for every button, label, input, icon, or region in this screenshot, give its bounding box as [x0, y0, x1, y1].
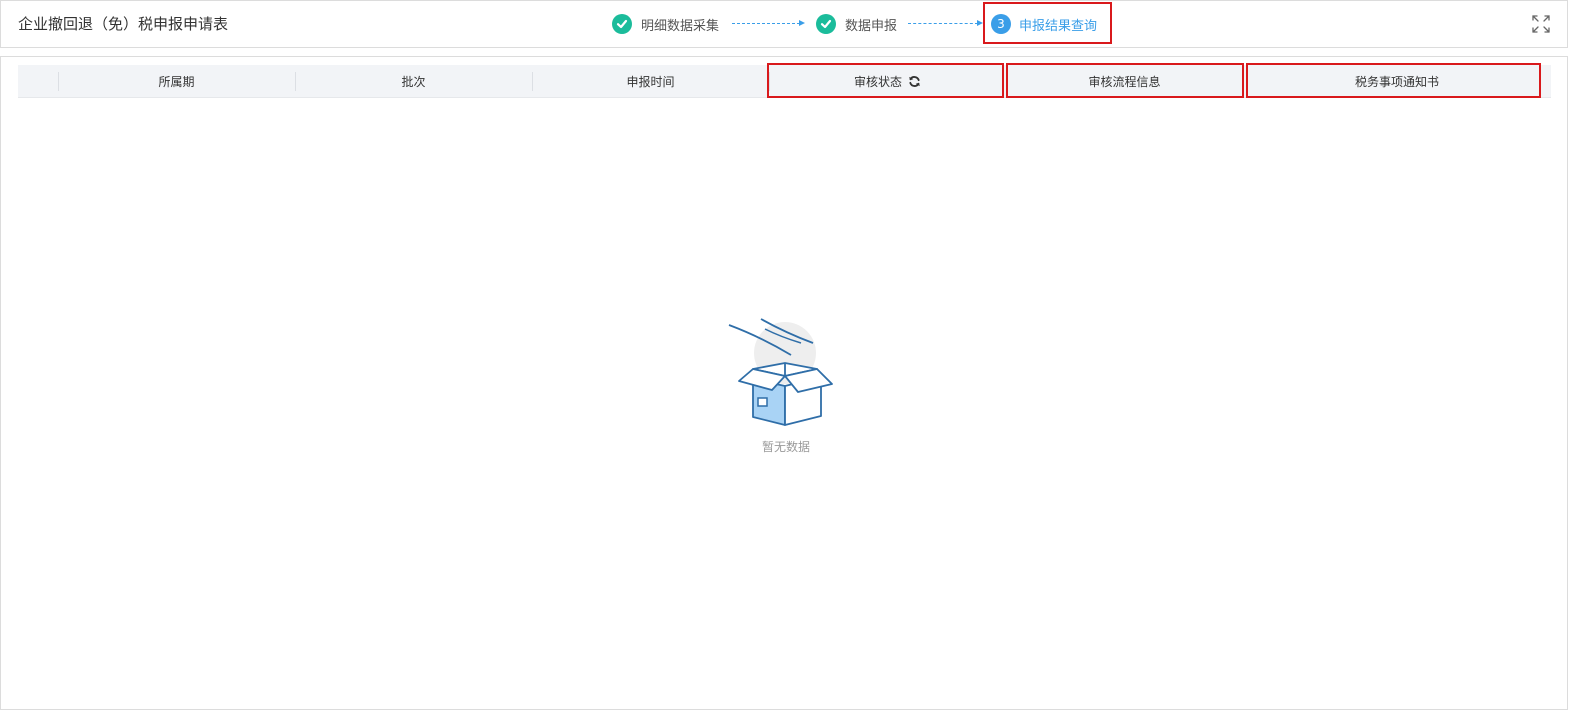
column-header-review-flow[interactable]: 审核流程信息: [1006, 65, 1243, 98]
column-divider: [769, 72, 770, 91]
column-label: 批次: [401, 75, 426, 89]
page-title: 企业撤回退（免）税申报申请表: [18, 15, 229, 33]
table-header: 所属期 批次 申报时间 审核状态 审核流程信息 税务事项通知书: [18, 65, 1551, 98]
column-header-period[interactable]: 所属期: [58, 65, 295, 98]
column-divider: [532, 72, 533, 91]
step-label: 申报结果查询: [1019, 18, 1098, 34]
step-arrow-icon: [908, 20, 983, 26]
step-detail-collection[interactable]: 明细数据采集: [612, 13, 719, 35]
page-header: 企业撤回退（免）税申报申请表 明细数据采集 数据申报 3 申报结果查询: [0, 0, 1568, 48]
column-divider: [1243, 72, 1244, 91]
step-number-badge: 3: [991, 14, 1011, 34]
check-circle-icon: [612, 14, 632, 34]
column-label: 审核流程信息: [1088, 75, 1161, 89]
main-panel: 所属期 批次 申报时间 审核状态 审核流程信息 税务事项通知书 暂无数据: [0, 56, 1568, 710]
empty-state-text: 暂无数据: [761, 440, 810, 454]
refresh-icon[interactable]: [908, 75, 921, 88]
fullscreen-icon[interactable]: [1532, 15, 1550, 33]
column-label: 审核状态: [853, 75, 902, 89]
column-header-select: [18, 65, 58, 98]
step-arrow-icon: [732, 20, 805, 26]
step-label: 数据申报: [845, 18, 898, 34]
step-data-declaration[interactable]: 数据申报: [816, 13, 897, 35]
column-header-tax-notice[interactable]: 税务事项通知书: [1243, 65, 1551, 98]
column-divider: [58, 72, 59, 91]
step-label: 明细数据采集: [641, 18, 720, 34]
column-label: 所属期: [158, 75, 195, 89]
column-header-review-status[interactable]: 审核状态: [769, 65, 1006, 98]
column-label: 申报时间: [626, 75, 675, 89]
empty-state: 暂无数据: [721, 313, 851, 463]
column-header-declare-time[interactable]: 申报时间: [532, 65, 769, 98]
step-result-query[interactable]: 3 申报结果查询: [991, 13, 1097, 35]
empty-box-icon: [728, 318, 833, 426]
column-label: 税务事项通知书: [1354, 75, 1439, 89]
check-circle-icon: [816, 14, 836, 34]
column-divider: [295, 72, 296, 91]
page-frame: 企业撤回退（免）税申报申请表 明细数据采集 数据申报 3 申报结果查询 所属期 …: [0, 0, 1568, 710]
column-divider: [1006, 72, 1007, 91]
column-header-batch[interactable]: 批次: [295, 65, 532, 98]
